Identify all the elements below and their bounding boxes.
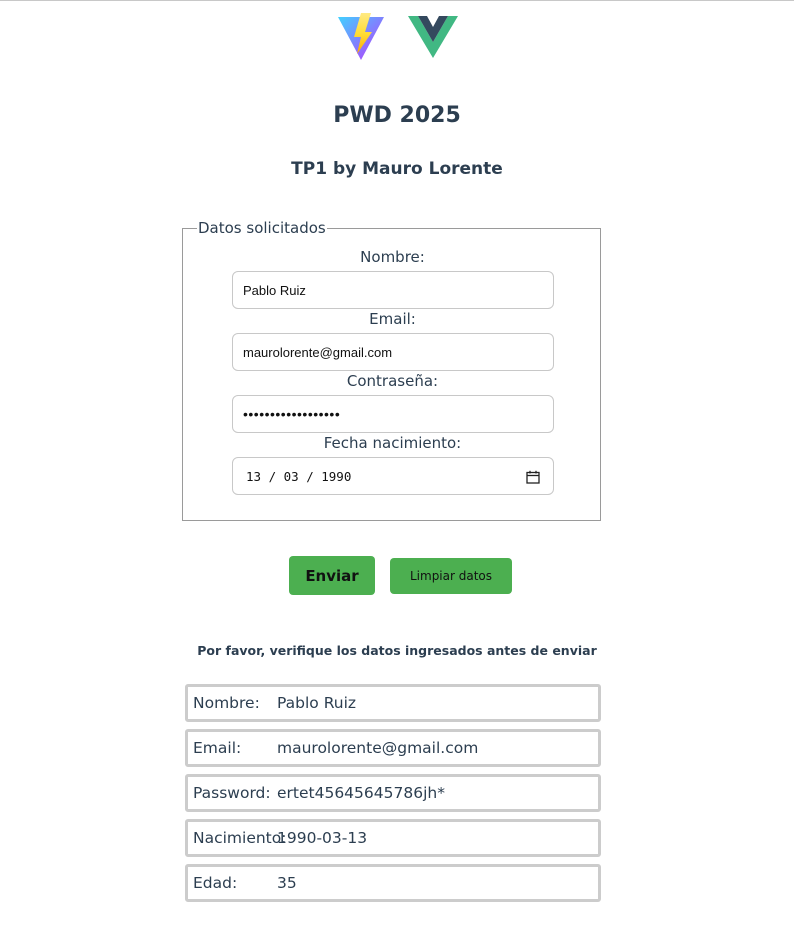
email-input-value: maurolorente@gmail.com [243, 344, 393, 360]
fecha-date-input[interactable]: 13 / 03 / 1990 [232, 457, 554, 495]
nombre-input[interactable]: Pablo Ruiz [232, 271, 554, 309]
summary-key: Password: [193, 784, 271, 802]
email-label: Email: [369, 310, 416, 328]
password-masked-value: •••••••••••••••••• [243, 406, 341, 422]
nombre-label: Nombre: [360, 248, 425, 266]
summary-value: 35 [277, 874, 297, 892]
page-subtitle: TP1 by Mauro Lorente [291, 159, 503, 179]
nombre-input-value: Pablo Ruiz [243, 282, 306, 298]
password-input[interactable]: •••••••••••••••••• [232, 395, 554, 433]
page-title: PWD 2025 [333, 103, 461, 128]
summary-row-nacimiento: Nacimiento: 1990-03-13 [185, 819, 601, 857]
summary-key: Email: [193, 739, 242, 757]
send-button[interactable]: Enviar [289, 556, 375, 595]
logo-bar [0, 12, 794, 62]
fieldset-legend: Datos solicitados [198, 219, 326, 237]
summary-key: Nombre: [193, 694, 260, 712]
fecha-input-value: 13 / 03 / 1990 [246, 468, 352, 484]
summary-row-edad: Edad: 35 [185, 864, 601, 902]
email-input[interactable]: maurolorente@gmail.com [232, 333, 554, 371]
summary-value: maurolorente@gmail.com [277, 739, 479, 757]
calendar-icon[interactable] [526, 470, 540, 484]
summary-value: ertet45645645786jh* [277, 784, 445, 802]
summary-row-password: Password: ertet45645645786jh* [185, 774, 601, 812]
password-label: Contraseña: [346, 372, 439, 390]
summary-row-nombre: Nombre: Pablo Ruiz [185, 684, 601, 722]
vue-logo-icon [408, 16, 458, 58]
clear-button[interactable]: Limpiar datos [390, 558, 512, 594]
fecha-label: Fecha nacimiento: [323, 434, 462, 452]
summary-value: Pablo Ruiz [277, 694, 357, 712]
verify-notice: Por favor, verifique los datos ingresado… [197, 643, 597, 658]
vite-logo-icon [338, 13, 384, 60]
summary-key: Nacimiento: [193, 829, 287, 847]
summary-row-email: Email: maurolorente@gmail.com [185, 729, 601, 767]
summary-value: 1990-03-13 [277, 829, 368, 847]
top-border [0, 0, 794, 1]
summary-key: Edad: [193, 874, 238, 892]
